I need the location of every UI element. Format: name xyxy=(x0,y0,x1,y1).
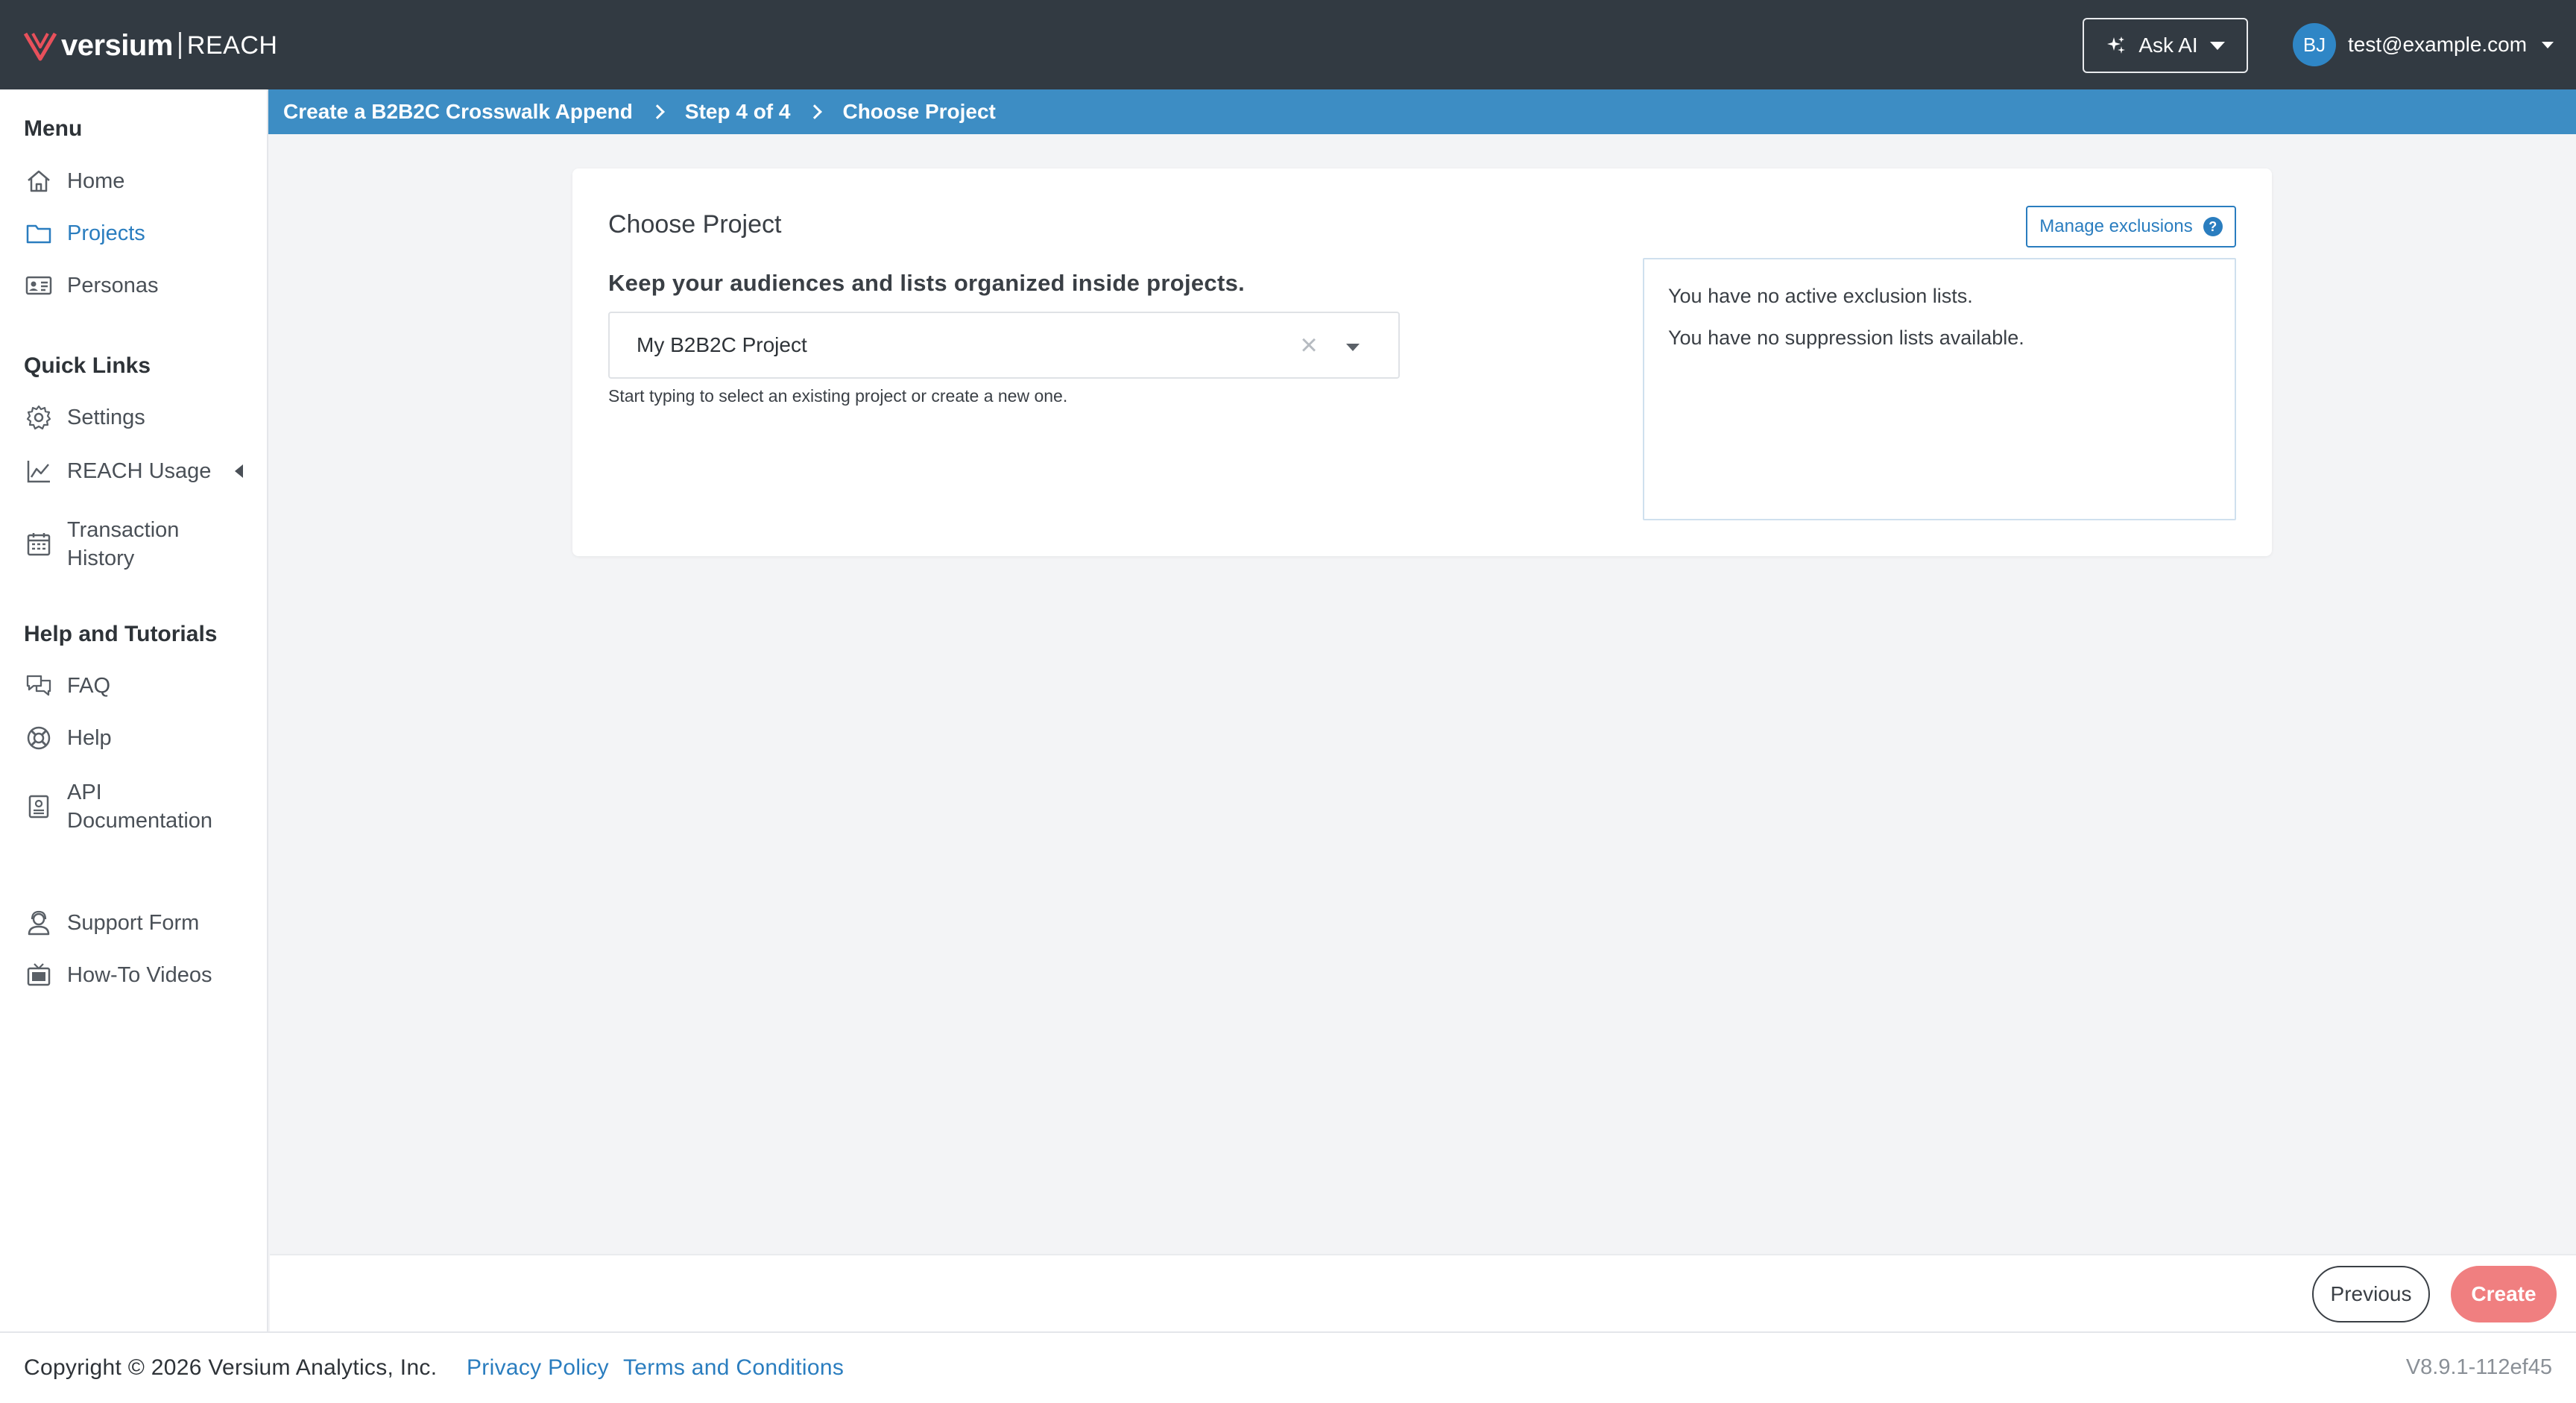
sidebar-item-label: FAQ xyxy=(67,673,111,698)
user-menu[interactable]: BJ test@example.com xyxy=(2293,22,2554,67)
versium-logo-icon xyxy=(23,32,57,61)
sidebar-item-label-line2: History xyxy=(67,546,135,570)
sidebar-item-label: How-To Videos xyxy=(67,962,212,987)
chevron-right-icon xyxy=(649,104,665,119)
sidebar-item-home[interactable]: Home xyxy=(24,166,255,196)
manage-exclusions-button[interactable]: Manage exclusions ? xyxy=(2026,206,2236,248)
version-label: V8.9.1-112ef45 xyxy=(2405,1355,2552,1379)
privacy-policy-link[interactable]: Privacy Policy xyxy=(467,1355,609,1381)
sidebar-item-label: Projects xyxy=(67,221,145,245)
sidebar-item-personas[interactable]: Personas xyxy=(24,271,255,300)
top-bar: versium REACH Ask AI BJ test@example.com xyxy=(0,0,2576,89)
exclusion-lists-panel: You have no active exclusion lists. You … xyxy=(1643,258,2236,520)
document-icon xyxy=(24,792,54,822)
sidebar-item-reach-usage[interactable]: REACH Usage xyxy=(24,456,255,486)
sidebar-item-label: REACH Usage xyxy=(67,458,212,483)
logo-product: REACH xyxy=(186,31,278,60)
quick-links-heading: Quick Links xyxy=(24,353,151,378)
id-card-icon xyxy=(24,271,54,300)
sidebar-item-faq[interactable]: FAQ xyxy=(24,671,255,701)
sidebar-item-label: Support Form xyxy=(67,910,200,935)
sidebar-item-how-to-videos[interactable]: How-To Videos xyxy=(24,960,255,990)
chevron-down-icon xyxy=(2542,41,2554,48)
gear-icon xyxy=(24,403,54,432)
help-tutorials-heading: Help and Tutorials xyxy=(24,622,218,646)
tv-icon xyxy=(24,960,54,990)
sidebar-item-settings[interactable]: Settings xyxy=(24,403,255,432)
caret-left-icon[interactable] xyxy=(235,464,244,478)
project-helper-text: Start typing to select an existing proje… xyxy=(608,386,1068,406)
logo-word: versium xyxy=(61,28,173,62)
choose-project-card: Choose Project Keep your audiences and l… xyxy=(572,168,2272,556)
sidebar-item-label-line1: API xyxy=(67,781,102,804)
page-footer: Copyright © 2026 Versium Analytics, Inc.… xyxy=(0,1331,2576,1403)
terms-link[interactable]: Terms and Conditions xyxy=(623,1355,844,1381)
sidebar-item-label: API Documentation xyxy=(67,778,212,835)
logo-divider xyxy=(178,32,181,59)
manage-exclusions-label: Manage exclusions xyxy=(2039,216,2193,236)
clear-icon[interactable]: × xyxy=(1294,329,1324,362)
sidebar-item-label-line2: Documentation xyxy=(67,809,213,833)
chevron-right-icon xyxy=(807,104,823,119)
chevron-down-icon xyxy=(2209,41,2225,50)
sidebar-item-label: Personas xyxy=(67,273,159,297)
folder-icon xyxy=(24,218,54,248)
copyright-text: Copyright © 2026 Versium Analytics, Inc. xyxy=(24,1355,438,1380)
ask-ai-button[interactable]: Ask AI xyxy=(2083,18,2248,73)
sidebar-item-projects[interactable]: Projects xyxy=(24,218,255,248)
chart-icon xyxy=(24,456,54,486)
lifebuoy-icon xyxy=(24,723,54,753)
sidebar-item-label: Transaction History xyxy=(67,516,179,573)
breadcrumb-item-current: Choose Project xyxy=(842,100,996,123)
breadcrumb-item-workflow[interactable]: Create a B2B2C Crosswalk Append xyxy=(283,100,633,124)
chat-bubbles-icon xyxy=(24,671,54,701)
user-email: test@example.com xyxy=(2348,33,2528,56)
card-title: Choose Project xyxy=(608,210,782,239)
sparkle-icon xyxy=(2107,37,2126,54)
sidebar-item-transaction-history[interactable]: Transaction History xyxy=(24,516,255,573)
home-icon xyxy=(24,166,54,196)
sidebar-item-api-documentation[interactable]: API Documentation xyxy=(24,778,255,835)
card-subtitle: Keep your audiences and lists organized … xyxy=(608,270,1246,296)
create-button[interactable]: Create xyxy=(2451,1266,2557,1322)
chevron-down-icon[interactable] xyxy=(1346,344,1360,351)
previous-button[interactable]: Previous xyxy=(2312,1266,2430,1322)
breadcrumb: Create a B2B2C Crosswalk Append Step 4 o… xyxy=(268,89,2576,134)
sidebar-item-support-form[interactable]: Support Form xyxy=(24,908,255,938)
wizard-action-bar: Previous Create xyxy=(270,1254,2576,1331)
versium-reach-logo[interactable]: versium REACH xyxy=(22,27,277,64)
ask-ai-label: Ask AI xyxy=(2138,34,2198,57)
sidebar-item-help[interactable]: Help xyxy=(24,723,255,753)
sidebar-item-label-line1: Transaction xyxy=(67,518,180,542)
menu-heading: Menu xyxy=(24,116,83,141)
sidebar-item-label: Home xyxy=(67,168,125,193)
project-select-value[interactable]: My B2B2C Project xyxy=(637,333,1294,357)
support-agent-icon xyxy=(24,908,54,938)
sidebar: Menu Home Projects Personas Quick Links … xyxy=(0,89,268,1331)
question-icon: ? xyxy=(2203,217,2223,236)
sidebar-item-label: Help xyxy=(67,725,112,750)
suppression-status-text: You have no suppression lists available. xyxy=(1668,327,2024,349)
sidebar-item-label: Settings xyxy=(67,405,145,429)
breadcrumb-item-step[interactable]: Step 4 of 4 xyxy=(685,100,791,124)
exclusion-status-text: You have no active exclusion lists. xyxy=(1668,285,1973,307)
project-select[interactable]: My B2B2C Project × xyxy=(608,312,1400,379)
avatar: BJ xyxy=(2293,23,2336,66)
calendar-icon xyxy=(24,529,54,559)
